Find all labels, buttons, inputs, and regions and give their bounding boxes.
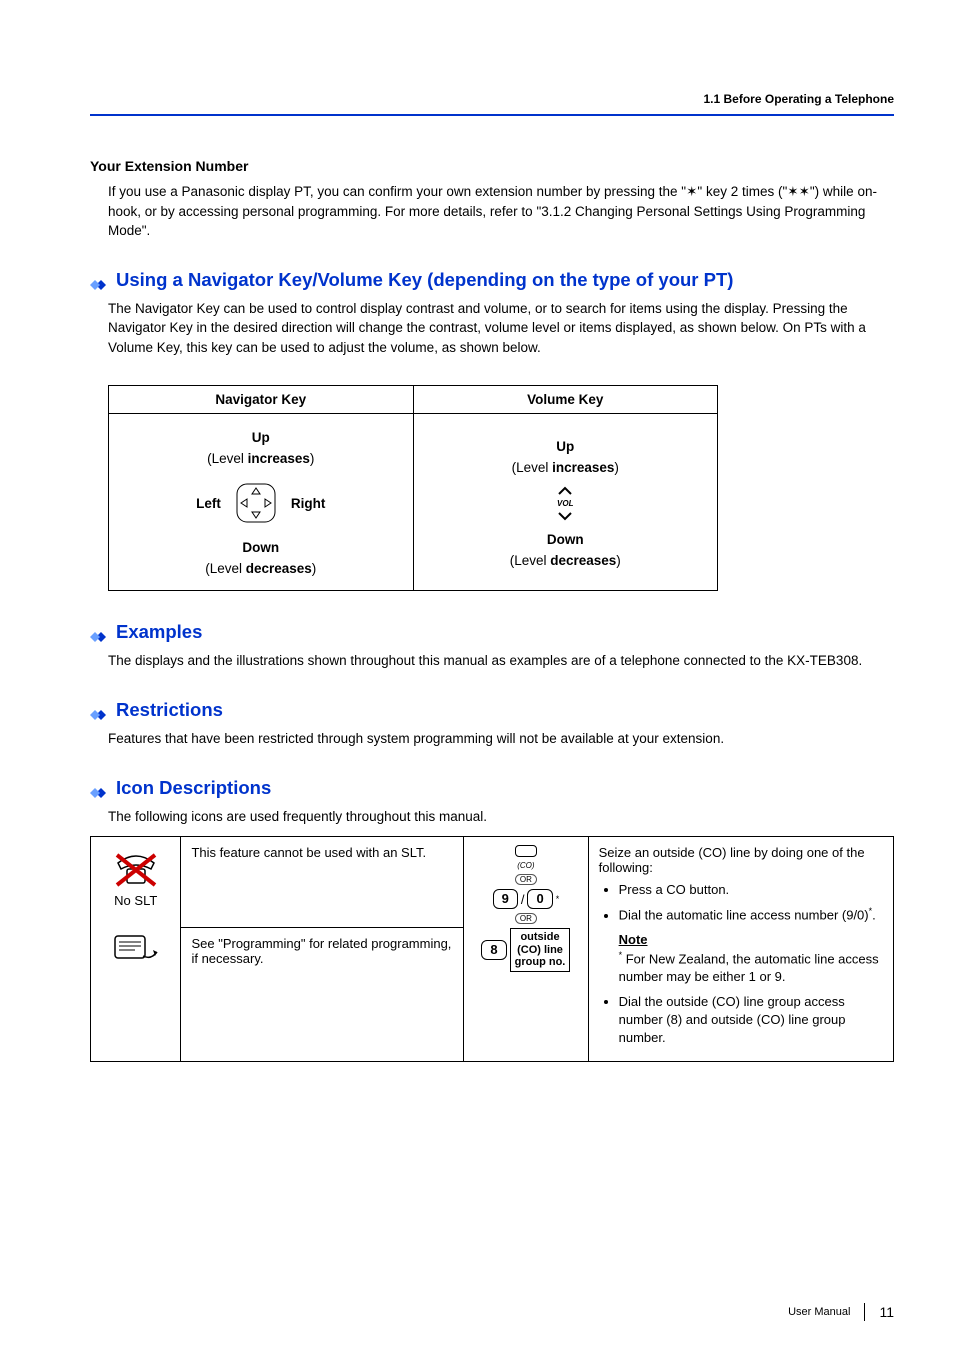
vol-up: Up [556, 439, 574, 454]
page-header: 1.1 Before Operating a Telephone [90, 90, 894, 116]
icons-heading-text: Icon Descriptions [116, 777, 271, 799]
right-intro: Seize an outside (CO) line by doing one … [599, 845, 883, 875]
ext-heading: Your Extension Number [90, 158, 894, 174]
desc-cell-1: This feature cannot be used with an SLT. [181, 837, 464, 928]
star-sup: * [556, 894, 560, 904]
key-8: 8 [481, 940, 506, 960]
icons-heading: Icon Descriptions [90, 777, 894, 799]
key-0: 0 [527, 889, 552, 909]
icon-table: No SLT This feature cannot be used with … [90, 836, 894, 1062]
key-9: 9 [493, 889, 518, 909]
nav-right: Right [291, 496, 326, 511]
chevron-up-icon [557, 485, 573, 497]
bullet-1: Press a CO button. [619, 881, 883, 899]
icon-cell-1: No SLT [91, 837, 181, 1062]
vol-down: Down [547, 532, 584, 547]
diamond-icon [90, 703, 110, 717]
th-navigator: Navigator Key [109, 386, 414, 414]
navigator-key-icon [229, 476, 283, 530]
page-footer: User Manual 11 [788, 1303, 894, 1321]
diamond-icon [90, 273, 110, 287]
programming-icon [113, 934, 159, 962]
chevron-down-icon [557, 510, 573, 522]
footer-divider [864, 1303, 865, 1321]
nav-up: Up [252, 430, 270, 445]
desc-cell-2: See "Programming" for related programmin… [181, 928, 464, 1062]
note-label: Note [619, 932, 648, 947]
co-label: (CO) [517, 861, 534, 870]
icons-para: The following icons are used frequently … [108, 807, 894, 827]
right-cell: Seize an outside (CO) line by doing one … [588, 837, 893, 1062]
no-slt-label: No SLT [114, 893, 157, 908]
slash: / [521, 892, 525, 907]
co-button-icon [515, 845, 537, 857]
footer-label: User Manual [788, 1306, 850, 1318]
page-number: 11 [879, 1304, 894, 1320]
res-para: Features that have been restricted throu… [108, 729, 894, 749]
bullet-2: Dial the automatic line access number (9… [619, 905, 883, 986]
res-heading-text: Restrictions [116, 699, 223, 721]
vol-up-level: (Level increases) [512, 460, 619, 475]
nav-heading-text: Using a Navigator Key/Volume Key (depend… [116, 269, 733, 291]
nav-para: The Navigator Key can be used to control… [108, 299, 894, 358]
th-volume: Volume Key [413, 386, 718, 414]
bullet-3: Dial the outside (CO) line group access … [619, 993, 883, 1048]
or-pill: OR [515, 913, 537, 924]
breadcrumb: 1.1 Before Operating a Telephone [704, 92, 895, 106]
no-slt-icon [113, 849, 159, 889]
volume-cell: Up (Level increases) VOL Down (Level dec… [413, 414, 718, 591]
ex-heading: Examples [90, 621, 894, 643]
nav-heading: Using a Navigator Key/Volume Key (depend… [90, 269, 894, 291]
key-table: Navigator Key Volume Key Up (Level incre… [108, 385, 718, 591]
res-heading: Restrictions [90, 699, 894, 721]
ex-para: The displays and the illustrations shown… [108, 651, 894, 671]
figure-cell: (CO) OR 9 / 0 * OR 8 outside (CO) line g… [464, 837, 588, 1062]
note-body: For New Zealand, the automatic line acce… [619, 951, 879, 984]
nav-down: Down [242, 540, 279, 555]
diamond-icon [90, 625, 110, 639]
ext-para: If you use a Panasonic display PT, you c… [108, 182, 894, 241]
navigator-cell: Up (Level increases) Left Right Down [109, 414, 414, 591]
nav-down-level: (Level decreases) [205, 561, 316, 576]
nav-up-level: (Level increases) [207, 451, 314, 466]
diamond-icon [90, 781, 110, 795]
nav-left: Left [196, 496, 221, 511]
outside-group-box: outside (CO) line group no. [510, 928, 571, 972]
or-pill: OR [515, 874, 537, 885]
vol-down-level: (Level decreases) [510, 553, 621, 568]
ex-heading-text: Examples [116, 621, 202, 643]
vol-label: VOL [557, 499, 573, 508]
